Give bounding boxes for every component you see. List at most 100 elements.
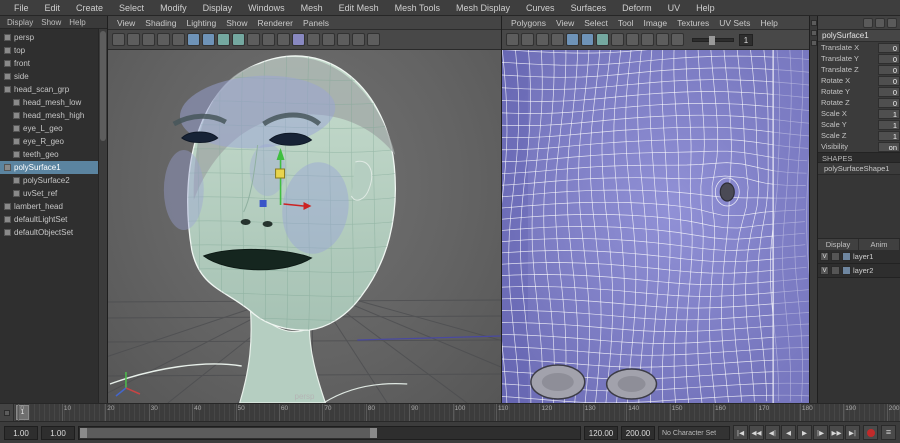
uv-menu-item[interactable]: Help [755,18,782,28]
channel-name[interactable]: Rotate Z [821,98,878,107]
uv-menu-item[interactable]: Textures [672,18,714,28]
channel-name[interactable]: Rotate Y [821,87,878,96]
channel-name[interactable]: Scale Y [821,120,878,129]
viewport-menu-item[interactable]: Panels [298,18,334,28]
channel-value-field[interactable]: on [878,142,900,152]
channel-hyperbolic-icon[interactable] [887,18,897,28]
layer-visibility-toggle[interactable]: V [820,266,829,275]
layer-name[interactable]: layer2 [853,266,873,275]
outliner-item[interactable]: teeth_geo [0,148,98,161]
channel-value-field[interactable]: 1 [878,131,900,141]
uv-menu-item[interactable]: Polygons [506,18,551,28]
step-back-frame-button[interactable]: ◀◀ [749,425,764,440]
channel-name[interactable]: Translate X [821,43,878,52]
smooth-shade-icon[interactable] [232,33,245,46]
Deform[interactable]: Deform [614,3,660,13]
viewport-menu-item[interactable]: Show [221,18,252,28]
outliner-item[interactable]: head_mesh_high [0,109,98,122]
shape-node-name[interactable]: polySurfaceShape1 [818,163,900,174]
layer-color-swatch[interactable] [842,252,851,261]
animation-start-field[interactable]: 1.00 [4,426,38,440]
rotate-cw-icon[interactable] [551,33,564,46]
Curves[interactable]: Curves [518,3,563,13]
channel-speed-icon[interactable] [875,18,885,28]
motion-blur-icon[interactable] [307,33,320,46]
outliner-item[interactable]: polySurface1 [0,161,98,174]
channel-name[interactable]: Visibility [821,142,878,151]
outliner-item[interactable]: defaultObjectSet [0,226,98,239]
layer-row[interactable]: V layer2 [818,264,900,278]
ambient-occlusion-icon[interactable] [292,33,305,46]
viewport-3d-canvas[interactable]: persp [108,50,501,403]
rotate-ccw-icon[interactable] [536,33,549,46]
Surfaces[interactable]: Surfaces [563,3,615,13]
outliner-item[interactable]: uvSet_ref [0,187,98,200]
pixel-snap-icon[interactable] [641,33,654,46]
channel-name[interactable]: Translate Y [821,54,878,63]
channel-name[interactable]: Scale X [821,109,878,118]
outliner-item[interactable]: top [0,44,98,57]
scrollbar-thumb[interactable] [100,31,106,141]
outliner-item[interactable]: defaultLightSet [0,213,98,226]
outliner-scrollbar[interactable] [98,29,107,403]
channel-value-field[interactable]: 1 [878,109,900,119]
uv-menu-item[interactable]: UV Sets [714,18,755,28]
auto-keyframe-toggle[interactable] [863,425,878,440]
channel-value-field[interactable]: 0 [878,98,900,108]
uv-exposure-field[interactable]: 1 [739,34,753,46]
viewport-menu-item[interactable]: View [112,18,140,28]
uv-editor-canvas[interactable] [502,50,809,403]
layout-uv-icon[interactable] [611,33,624,46]
Mesh[interactable]: Mesh [293,3,331,13]
distortion-view-icon[interactable] [671,33,684,46]
range-fill[interactable] [80,428,371,438]
field-chart-icon[interactable] [172,33,185,46]
resolution-gate-icon[interactable] [142,33,155,46]
layer-row[interactable]: V layer1 [818,250,900,264]
viewport-menu-item[interactable]: Shading [140,18,181,28]
Mesh Tools[interactable]: Mesh Tools [387,3,448,13]
step-back-key-button[interactable]: ◀| [765,425,780,440]
channel-value-field[interactable]: 0 [878,87,900,97]
z-axis-handle[interactable] [260,200,267,207]
layer-tab[interactable]: Anim [859,239,900,250]
multisample-icon[interactable] [322,33,335,46]
uv-menu-item[interactable]: Select [579,18,613,28]
grid-icon[interactable] [112,33,125,46]
Edit Mesh[interactable]: Edit Mesh [331,3,387,13]
layer-visibility-toggle[interactable]: V [820,252,829,261]
flip-v-icon[interactable] [521,33,534,46]
channel-value-field[interactable]: 0 [878,76,900,86]
outliner-menu-item[interactable]: Show [37,18,65,27]
channel-name[interactable]: Scale Z [821,131,878,140]
outliner-item[interactable]: polySurface2 [0,174,98,187]
outliner-menu-item[interactable]: Display [3,18,37,27]
playback-start-field[interactable]: 1.00 [41,426,75,440]
Windows[interactable]: Windows [240,3,293,13]
shadows-icon[interactable] [277,33,290,46]
snap-grid-icon[interactable] [626,33,639,46]
sew-uv-icon[interactable] [581,33,594,46]
isolate-select-icon[interactable] [352,33,365,46]
cut-uv-icon[interactable] [566,33,579,46]
safe-title-icon[interactable] [202,33,215,46]
range-start-handle[interactable] [80,428,87,438]
film-gate-icon[interactable] [127,33,140,46]
playback-end-field[interactable]: 120.00 [584,426,618,440]
uv-menu-item[interactable]: Image [638,18,672,28]
UV[interactable]: UV [660,3,689,13]
Edit[interactable]: Edit [37,3,69,13]
channel-box-toggle-icon[interactable] [811,20,817,26]
channel-name[interactable]: Translate Z [821,65,878,74]
File[interactable]: File [6,3,37,13]
layer-playback-toggle[interactable] [831,252,840,261]
animation-preferences-button[interactable]: ≡ [881,425,896,440]
outliner-item[interactable]: persp [0,31,98,44]
wireframe-icon[interactable] [217,33,230,46]
lights-icon[interactable] [262,33,275,46]
playback-range-slider[interactable] [78,426,581,440]
layer-tab[interactable]: Display [818,239,859,250]
layer-color-swatch[interactable] [842,266,851,275]
safe-action-icon[interactable] [187,33,200,46]
attribute-editor-toggle-icon[interactable] [811,30,817,36]
